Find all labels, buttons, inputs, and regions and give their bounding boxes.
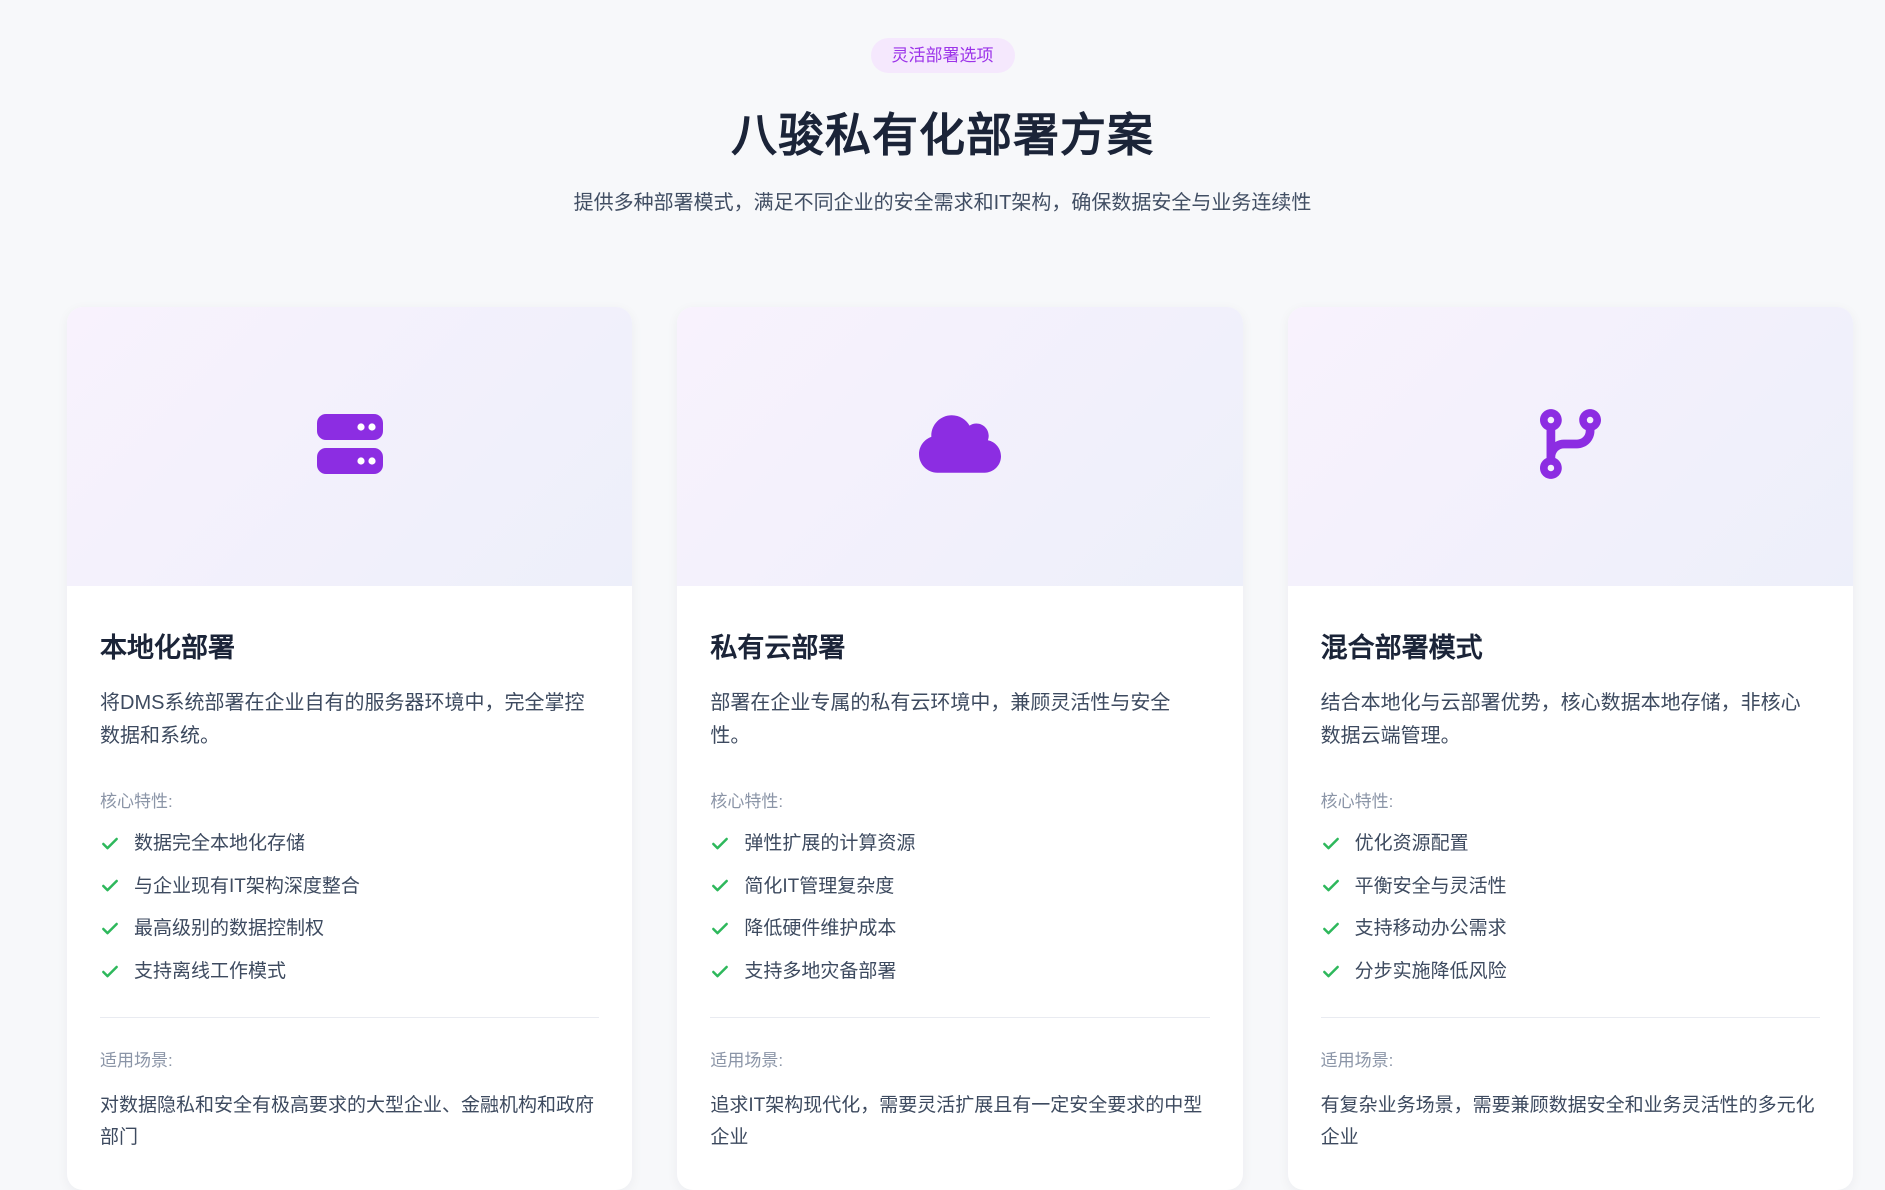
scenarios-label: 适用场景: [100,1046,599,1071]
feature-item: 弹性扩展的计算资源 [710,831,1209,857]
card-description: 部署在企业专属的私有云环境中，兼顾灵活性与安全性。 [710,687,1209,753]
card-private-cloud-deployment: 私有云部署 部署在企业专属的私有云环境中，兼顾灵活性与安全性。 核心特性: 弹性… [677,307,1242,1190]
features-label: 核心特性: [1321,787,1820,812]
card-icon-header [67,307,632,586]
feature-item: 降低硬件维护成本 [710,916,1209,942]
check-icon [710,962,730,982]
cloud-icon [919,411,1001,482]
feature-text: 降低硬件维护成本 [744,916,896,942]
scenario-text: 有复杂业务场景，需要兼顾数据安全和业务灵活性的多元化企业 [1321,1090,1820,1155]
feature-text: 支持离线工作模式 [134,959,286,985]
scenarios-label: 适用场景: [1321,1046,1820,1071]
feature-text: 平衡安全与灵活性 [1355,874,1507,900]
feature-list: 弹性扩展的计算资源 简化IT管理复杂度 降低硬件维护成本 支持多地灾备部署 [710,831,1209,985]
card-description: 将DMS系统部署在企业自有的服务器环境中，完全掌控数据和系统。 [100,687,599,753]
feature-item: 支持移动办公需求 [1321,916,1820,942]
git-branch-icon [1540,409,1601,484]
feature-text: 弹性扩展的计算资源 [744,831,915,857]
feature-text: 分步实施降低风险 [1355,959,1507,985]
check-icon [1321,919,1341,939]
feature-text: 与企业现有IT架构深度整合 [134,874,360,900]
page-subtitle: 提供多种部署模式，满足不同企业的安全需求和IT架构，确保数据安全与业务连续性 [0,186,1885,215]
card-title: 本地化部署 [100,626,599,665]
check-icon [710,834,730,854]
divider [710,1017,1209,1018]
card-title: 私有云部署 [710,626,1209,665]
feature-text: 最高级别的数据控制权 [134,916,324,942]
check-icon [100,962,120,982]
divider [1321,1017,1820,1018]
section-header: 灵活部署选项 八骏私有化部署方案 提供多种部署模式，满足不同企业的安全需求和IT… [0,0,1885,215]
feature-item: 简化IT管理复杂度 [710,874,1209,900]
scenario-text: 对数据隐私和安全有极高要求的大型企业、金融机构和政府部门 [100,1090,599,1155]
feature-item: 与企业现有IT架构深度整合 [100,874,599,900]
scenario-text: 追求IT架构现代化，需要灵活扩展且有一定安全要求的中型企业 [710,1090,1209,1155]
card-icon-header [677,307,1242,586]
feature-item: 平衡安全与灵活性 [1321,874,1820,900]
feature-item: 最高级别的数据控制权 [100,916,599,942]
check-icon [1321,962,1341,982]
card-body: 私有云部署 部署在企业专属的私有云环境中，兼顾灵活性与安全性。 核心特性: 弹性… [677,586,1242,1190]
card-body: 本地化部署 将DMS系统部署在企业自有的服务器环境中，完全掌控数据和系统。 核心… [67,586,632,1190]
card-title: 混合部署模式 [1321,626,1820,665]
feature-text: 简化IT管理复杂度 [744,874,894,900]
check-icon [100,876,120,896]
check-icon [1321,834,1341,854]
feature-text: 优化资源配置 [1355,831,1469,857]
feature-text: 支持多地灾备部署 [744,959,896,985]
check-icon [100,919,120,939]
card-body: 混合部署模式 结合本地化与云部署优势，核心数据本地存储，非核心数据云端管理。 核… [1288,586,1853,1190]
feature-list: 优化资源配置 平衡安全与灵活性 支持移动办公需求 分步实施降低风险 [1321,831,1820,985]
feature-list: 数据完全本地化存储 与企业现有IT架构深度整合 最高级别的数据控制权 支持离线工… [100,831,599,985]
features-label: 核心特性: [710,787,1209,812]
feature-item: 数据完全本地化存储 [100,831,599,857]
feature-text: 数据完全本地化存储 [134,831,305,857]
feature-text: 支持移动办公需求 [1355,916,1507,942]
check-icon [1321,876,1341,896]
feature-item: 优化资源配置 [1321,831,1820,857]
card-local-deployment: 本地化部署 将DMS系统部署在企业自有的服务器环境中，完全掌控数据和系统。 核心… [67,307,632,1190]
server-icon [317,414,383,479]
scenarios-label: 适用场景: [710,1046,1209,1071]
card-icon-header [1288,307,1853,586]
divider [100,1017,599,1018]
feature-item: 支持多地灾备部署 [710,959,1209,985]
features-label: 核心特性: [100,787,599,812]
deployment-cards: 本地化部署 将DMS系统部署在企业自有的服务器环境中，完全掌控数据和系统。 核心… [67,307,1853,1190]
check-icon [100,834,120,854]
card-hybrid-deployment: 混合部署模式 结合本地化与云部署优势，核心数据本地存储，非核心数据云端管理。 核… [1288,307,1853,1190]
check-icon [710,876,730,896]
section-badge: 灵活部署选项 [871,38,1015,73]
check-icon [710,919,730,939]
feature-item: 分步实施降低风险 [1321,959,1820,985]
page-title: 八骏私有化部署方案 [0,99,1885,165]
feature-item: 支持离线工作模式 [100,959,599,985]
card-description: 结合本地化与云部署优势，核心数据本地存储，非核心数据云端管理。 [1321,687,1820,753]
